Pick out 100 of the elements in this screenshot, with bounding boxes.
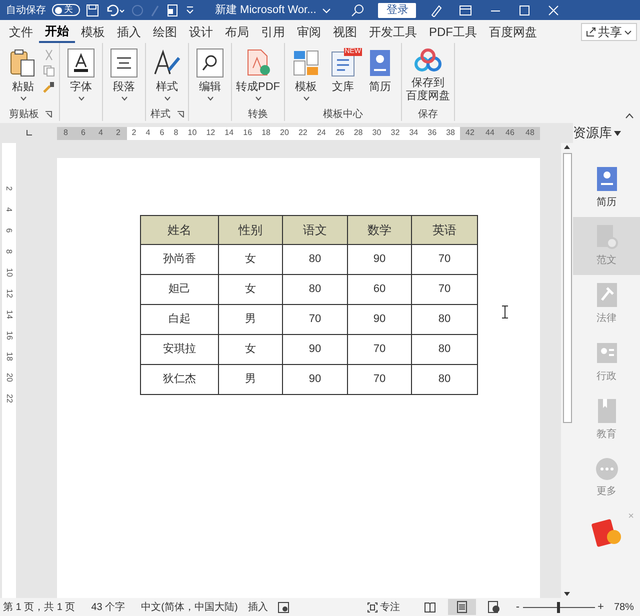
dialog-launcher-icon[interactable] — [45, 110, 52, 118]
column-header: 语文 — [283, 216, 348, 244]
ruler-number: 26 — [335, 127, 344, 139]
scrollbar-thumb[interactable] — [562, 153, 572, 423]
maximize-icon[interactable] — [519, 4, 530, 16]
document-icon[interactable] — [166, 4, 179, 16]
ruler-number: 12 — [206, 127, 216, 139]
table-cell: 80 — [283, 275, 348, 304]
autosave-toggle[interactable]: 关 — [52, 4, 80, 16]
save-icon[interactable] — [86, 4, 99, 16]
resource-library-button[interactable]: 资源库 — [573, 123, 640, 143]
collapse-ribbon-icon[interactable] — [625, 113, 634, 119]
ruler-number: 2 — [4, 186, 14, 191]
text-cursor-icon — [502, 305, 508, 319]
focus-button[interactable]: 专注 — [366, 600, 400, 614]
group-label: 样式 — [150, 108, 170, 122]
ruler-number: 34 — [409, 127, 418, 139]
search-icon[interactable] — [351, 4, 364, 16]
tab-stop-icon[interactable] — [24, 129, 32, 137]
ruler-number: 48 — [526, 127, 534, 139]
ribbon-tab[interactable]: 设计 — [183, 20, 219, 43]
scrollbar[interactable] — [561, 143, 573, 598]
table-cell: 男 — [219, 305, 283, 334]
scroll-up-icon[interactable] — [563, 143, 571, 151]
close-icon[interactable] — [548, 4, 560, 16]
view-button[interactable] — [448, 599, 476, 615]
table-cell: 60 — [348, 275, 412, 304]
ruler-number: 14 — [4, 310, 14, 319]
ruler-number: 36 — [428, 127, 437, 139]
dropdown-triangle-icon — [614, 130, 621, 136]
ruler-number: 4 — [4, 207, 14, 212]
ribbon-button[interactable]: 字体 — [64, 48, 98, 101]
ruler-number: 6 — [4, 228, 14, 233]
ruler-number: 4 — [146, 127, 150, 139]
table-cell: 女 — [219, 245, 283, 274]
table-cell: 80 — [283, 245, 348, 274]
customize-menu-icon[interactable] — [185, 5, 195, 15]
ruler-number: 10 — [188, 127, 197, 139]
ruler-number: 46 — [506, 127, 514, 139]
ribbon-button[interactable]: 模板 — [289, 48, 323, 101]
zoom-slider[interactable] — [522, 602, 594, 612]
ribbon-tab[interactable]: 审阅 — [291, 20, 327, 43]
ribbon-button[interactable]: 转成PDF — [236, 48, 280, 101]
share-button[interactable]: 共享 — [581, 22, 637, 40]
ribbon-button[interactable]: 粘贴 — [6, 48, 40, 101]
ruler-number: 6 — [160, 127, 164, 139]
ruler-number: 16 — [243, 127, 252, 139]
ribbon-tab[interactable]: 引用 — [255, 20, 291, 43]
table-cell: 狄仁杰 — [141, 365, 219, 394]
paragraph-icon — [110, 48, 138, 78]
ruler-number: 22 — [298, 127, 308, 139]
table-cell: 70 — [348, 335, 412, 364]
ruler-number: 30 — [372, 127, 382, 139]
ribbon-button[interactable]: 保存到 百度网盘 — [406, 48, 450, 103]
format-painter-icon[interactable] — [43, 81, 55, 93]
ribbon-tab[interactable]: 视图 — [327, 20, 363, 43]
ruler-number: 8 — [4, 249, 14, 254]
ribbon-button[interactable]: 段落 — [107, 48, 141, 101]
caret-icon — [624, 28, 632, 36]
zoom-thumb[interactable] — [557, 602, 560, 612]
ribbon-tab[interactable]: PDF工具 — [423, 20, 483, 43]
pen-icon[interactable] — [430, 4, 444, 16]
ruler-number: 18 — [4, 352, 14, 361]
ribbon-display-icon[interactable] — [459, 4, 472, 16]
table-cell-text: 80 — [437, 312, 452, 328]
ruler-number: 6 — [81, 127, 86, 139]
dialog-launcher-icon[interactable] — [176, 110, 184, 118]
ribbon-tab[interactable]: 模板 — [75, 20, 111, 43]
undo-icon[interactable] — [105, 4, 125, 16]
table-cell: 安琪拉 — [141, 335, 219, 364]
group-label: 模板中心 — [323, 108, 363, 122]
ribbon-tab[interactable]: 百度网盘 — [483, 20, 543, 43]
ribbon-tab[interactable]: 插入 — [111, 20, 147, 43]
login-button[interactable]: 登录 — [378, 2, 416, 18]
ribbon-tab[interactable]: 文件 — [3, 20, 39, 43]
ruler-number: 18 — [262, 127, 270, 139]
book-icon — [596, 398, 618, 424]
zoom-out-button[interactable]: - — [516, 598, 520, 616]
resource-item[interactable]: 简历 — [573, 159, 640, 217]
zoom-in-button[interactable]: + — [598, 598, 604, 616]
column-header: 英语 — [432, 222, 458, 239]
font-color-icon — [67, 48, 95, 78]
ruler-number: 42 — [466, 127, 474, 139]
insert-mode: 插入 — [248, 600, 268, 614]
table-cell: 女 — [219, 275, 283, 304]
ribbon-tab[interactable]: 布局 — [219, 20, 255, 43]
ribbon-button[interactable]: 样式 — [150, 48, 184, 101]
ribbon-button[interactable]: 简历 — [363, 48, 397, 94]
ruler-number: 2 — [116, 127, 120, 139]
window-title: 新建 Microsoft Wor... — [215, 2, 316, 18]
macro-record-icon[interactable] — [278, 602, 289, 612]
clipboard-icon — [9, 48, 37, 78]
ruler-number: 4 — [98, 127, 103, 139]
ribbon-tab[interactable]: 绘图 — [147, 20, 183, 43]
table-cell: 90 — [348, 245, 412, 274]
ribbon-button[interactable]: 编辑 — [193, 48, 227, 101]
envelope-icon[interactable] — [590, 517, 624, 547]
ribbon-tab[interactable]: 开发工具 — [363, 20, 423, 43]
table-cell-text: 80 — [437, 342, 452, 358]
caret-icon[interactable] — [322, 6, 332, 14]
